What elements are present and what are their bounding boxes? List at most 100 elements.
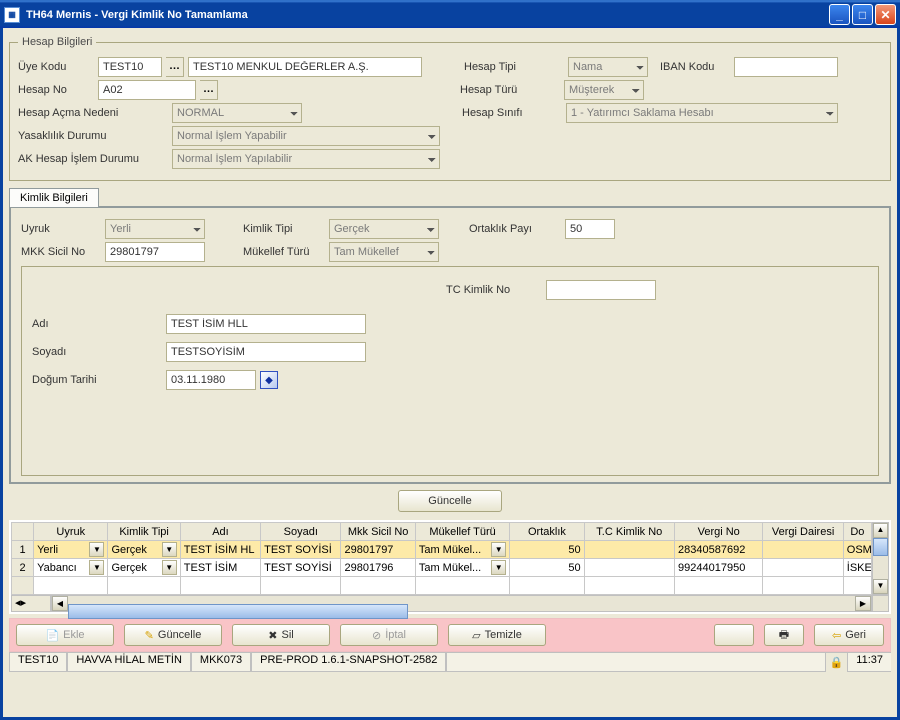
adi-field[interactable]: [166, 314, 366, 334]
scroll-right-arrow[interactable]: ▶: [855, 596, 871, 611]
action-bar: 📄Ekle ✎Güncelle ✖Sil ⊘İptal ▱Temizle 🖶 ⇦…: [9, 618, 891, 652]
blank-button[interactable]: [714, 624, 754, 646]
horizontal-scrollbar[interactable]: ◀ ▶: [51, 595, 872, 612]
table-row[interactable]: 1Yerli▼Gerçek▼TEST İSİM HLTEST SOYİSİ298…: [12, 541, 872, 559]
hesap-tipi-label: Hesap Tipi: [464, 61, 564, 73]
uye-kodu-field[interactable]: [98, 57, 162, 77]
hesap-no-lookup-button[interactable]: …: [200, 80, 218, 100]
col-rownum[interactable]: [12, 523, 34, 541]
col-tc[interactable]: T.C Kimlik No: [584, 523, 674, 541]
iptal-button[interactable]: ⊘İptal: [340, 624, 438, 646]
printer-icon: 🖶: [779, 626, 789, 645]
col-kimlik-tipi[interactable]: Kimlik Tipi: [108, 523, 180, 541]
yasaklilik-select[interactable]: Normal İşlem Yapabilir: [172, 126, 440, 146]
hesap-legend: Hesap Bilgileri: [18, 36, 96, 48]
status-user-name: HAVVA HİLAL METİN: [67, 653, 191, 672]
iban-label: IBAN Kodu: [660, 61, 730, 73]
mukellef-label: Mükellef Türü: [243, 246, 325, 258]
hesap-sinif-select[interactable]: 1 - Yatırımcı Saklama Hesabı: [566, 103, 838, 123]
app-icon: ▦: [4, 7, 20, 23]
minimize-button[interactable]: _: [829, 4, 850, 25]
mukellef-select[interactable]: Tam Mükellef: [329, 242, 439, 262]
uyruk-select[interactable]: Yerli: [105, 219, 205, 239]
scroll-thumb[interactable]: [873, 538, 888, 556]
ak-hesap-select[interactable]: Normal İşlem Yapılabilir: [172, 149, 440, 169]
col-uyruk[interactable]: Uyruk: [34, 523, 108, 541]
dropdown-arrow-icon[interactable]: ▼: [491, 560, 506, 575]
dropdown-arrow-icon[interactable]: ▼: [89, 542, 104, 557]
add-icon: 📄: [45, 629, 59, 642]
col-do[interactable]: Do: [843, 523, 871, 541]
acma-nedeni-select[interactable]: NORMAL: [172, 103, 302, 123]
guncelle-action-button[interactable]: ✎Güncelle: [124, 624, 222, 646]
table-row[interactable]: [12, 577, 872, 595]
col-soyadi[interactable]: Soyadı: [261, 523, 341, 541]
dogum-field[interactable]: [166, 370, 256, 390]
hesap-tipi-select[interactable]: Nama: [568, 57, 648, 77]
hesap-bilgileri-group: Hesap Bilgileri Üye Kodu … Hesap Tipi Na…: [9, 36, 891, 181]
col-adi[interactable]: Adı: [180, 523, 260, 541]
grid-container: Uyruk Kimlik Tipi Adı Soyadı Mkk Sicil N…: [9, 520, 891, 614]
uyruk-label: Uyruk: [21, 223, 101, 235]
status-user-code: TEST10: [9, 653, 67, 672]
status-terminal: MKK073: [191, 653, 251, 672]
grid-corner: ◂▸: [11, 595, 51, 612]
ak-hesap-label: AK Hesap İşlem Durumu: [18, 153, 168, 165]
dropdown-arrow-icon[interactable]: ▼: [162, 560, 177, 575]
scroll-left-arrow[interactable]: ◀: [52, 596, 68, 611]
iban-field[interactable]: [734, 57, 838, 77]
mkk-sicil-field[interactable]: [105, 242, 205, 262]
geri-button[interactable]: ⇦Geri: [814, 624, 884, 646]
status-bar: TEST10 HAVVA HİLAL METİN MKK073 PRE-PROD…: [9, 652, 891, 672]
sil-button[interactable]: ✖Sil: [232, 624, 330, 646]
ekle-button[interactable]: 📄Ekle: [16, 624, 114, 646]
table-row[interactable]: 2Yabancı▼Gerçek▼TEST İSİMTEST SOYİSİ2980…: [12, 559, 872, 577]
scroll-down-arrow[interactable]: ▼: [873, 579, 888, 594]
hscroll-thumb[interactable]: [68, 604, 408, 619]
col-ortaklik[interactable]: Ortaklık: [510, 523, 584, 541]
tab-kimlik-bilgileri[interactable]: Kimlik Bilgileri: [9, 188, 99, 207]
hesap-turu-select[interactable]: Müşterek: [564, 80, 644, 100]
col-mukellef[interactable]: Mükellef Türü: [415, 523, 509, 541]
calendar-icon[interactable]: ◆: [260, 371, 278, 389]
scroll-up-arrow[interactable]: ▲: [873, 523, 888, 538]
dropdown-arrow-icon[interactable]: ▼: [491, 542, 506, 557]
data-grid[interactable]: Uyruk Kimlik Tipi Adı Soyadı Mkk Sicil N…: [11, 522, 872, 595]
col-mkk[interactable]: Mkk Sicil No: [341, 523, 415, 541]
guncelle-button[interactable]: Güncelle: [398, 490, 502, 512]
hesap-no-field[interactable]: [98, 80, 196, 100]
ortaklik-label: Ortaklık Payı: [469, 223, 561, 235]
uye-ad-field: [188, 57, 422, 77]
uye-kodu-lookup-button[interactable]: …: [166, 57, 184, 77]
soyadi-field[interactable]: [166, 342, 366, 362]
col-daire[interactable]: Vergi Dairesi: [763, 523, 843, 541]
scroll-corner: [872, 595, 889, 612]
status-time: 11:37: [847, 653, 891, 672]
maximize-button[interactable]: □: [852, 4, 873, 25]
print-button[interactable]: 🖶: [764, 624, 804, 646]
titlebar: ▦ TH64 Mernis - Vergi Kimlik No Tamamlam…: [0, 0, 900, 28]
cancel-icon: ⊘: [372, 629, 381, 642]
delete-icon: ✖: [268, 629, 277, 642]
temizle-button[interactable]: ▱Temizle: [448, 624, 546, 646]
refresh-icon: ✎: [145, 629, 154, 642]
eraser-icon: ▱: [472, 629, 480, 642]
tc-kimlik-field[interactable]: [546, 280, 656, 300]
adi-label: Adı: [32, 318, 162, 330]
kimlik-detail-box: TC Kimlik No Adı Soyadı Doğum Tarihi ◆: [21, 266, 879, 476]
kimlik-tipi-select[interactable]: Gerçek: [329, 219, 439, 239]
hesap-no-label: Hesap No: [18, 84, 94, 96]
kimlik-tipi-label: Kimlik Tipi: [243, 223, 325, 235]
col-vergi[interactable]: Vergi No: [675, 523, 763, 541]
vertical-scrollbar[interactable]: ▲ ▼: [872, 522, 889, 595]
dropdown-arrow-icon[interactable]: ▼: [162, 542, 177, 557]
ortaklik-field[interactable]: [565, 219, 615, 239]
hesap-sinif-label: Hesap Sınıfı: [462, 107, 562, 119]
back-arrow-icon: ⇦: [832, 629, 841, 642]
uye-kodu-label: Üye Kodu: [18, 61, 94, 73]
status-version: PRE-PROD 1.6.1-SNAPSHOT-2582: [251, 653, 446, 672]
close-button[interactable]: ✕: [875, 4, 896, 25]
dropdown-arrow-icon[interactable]: ▼: [89, 560, 104, 575]
lock-icon: 🔒: [830, 656, 844, 669]
mkk-sicil-label: MKK Sicil No: [21, 246, 101, 258]
